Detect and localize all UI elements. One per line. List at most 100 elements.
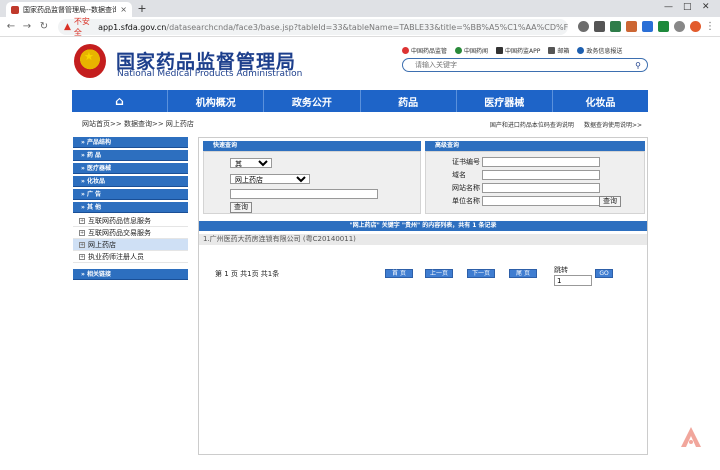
expand-icon: + xyxy=(79,217,85,224)
extension-icon[interactable] xyxy=(626,21,637,32)
app-link[interactable]: 中国药监APP xyxy=(496,46,540,55)
sidebar-head[interactable]: » 化妆品 xyxy=(73,176,188,187)
sidebar-head[interactable]: » 其 他 xyxy=(73,202,188,213)
help-links: 国产和进口药品本位码查询说明 数据查询使用说明>> xyxy=(490,120,642,129)
advanced-search-box: 证书编号 域名 网站名称 单位名称 查询 xyxy=(425,151,645,214)
tab-close-icon[interactable]: × xyxy=(120,5,127,14)
company-row: 单位名称 xyxy=(452,196,600,206)
extension-icon[interactable] xyxy=(690,21,701,32)
url-text[interactable]: app1.sfda.gov.cn/datasearchcnda/face3/ba… xyxy=(98,23,568,32)
quick-search-button[interactable]: 查询 xyxy=(230,202,252,213)
pager-info: 第 1 页 共1页 共1条 xyxy=(215,270,280,278)
sitename-input[interactable] xyxy=(482,183,600,193)
report-icon xyxy=(577,47,585,54)
extension-icon[interactable] xyxy=(658,21,669,32)
not-secure-icon: ▲ xyxy=(64,22,71,32)
sidebar-item-label: 互联网药品交易服务 xyxy=(88,228,151,237)
category-select[interactable]: 其 他 xyxy=(230,158,272,168)
extension-icon[interactable] xyxy=(594,21,605,32)
watermark-logo-icon xyxy=(681,427,701,447)
reload-icon[interactable]: ↻ xyxy=(37,20,51,34)
sitename-row: 网站名称 xyxy=(452,183,600,193)
go-button[interactable]: GO xyxy=(595,269,613,278)
news-icon xyxy=(455,47,463,54)
nav-item-drug[interactable]: 药品 xyxy=(361,90,457,112)
browser-toolbar: ← → ↻ ▲ 不安全 app1.sfda.gov.cn/datasearchc… xyxy=(0,17,720,37)
top-links: 中国药品监管 中国药闻 中国药监APP 邮箱 政务信息报送 xyxy=(402,46,622,55)
keyword-input[interactable] xyxy=(230,189,378,199)
site-header: 国家药品监督管理局 National Medical Products Admi… xyxy=(0,38,720,90)
back-icon[interactable]: ← xyxy=(4,20,18,34)
sidebar-item[interactable]: + 互联网药品信息服务 xyxy=(73,215,188,227)
main-nav: ⌂ 机构概况 政务公开 药品 医疗器械 化妆品 xyxy=(72,90,648,112)
domain-label: 域名 xyxy=(452,171,466,179)
site-name-en: National Medical Products Administration xyxy=(117,69,303,79)
breadcrumb[interactable]: 网站首页>> 数据查询>> 网上药店 xyxy=(82,119,194,129)
last-page-button[interactable]: 尾 页 xyxy=(509,269,537,278)
report-link[interactable]: 政务信息报送 xyxy=(577,46,622,55)
cert-input[interactable] xyxy=(482,157,600,167)
nav-home[interactable]: ⌂ xyxy=(72,90,169,112)
national-emblem-icon xyxy=(74,44,106,78)
nav-item-gov[interactable]: 政务公开 xyxy=(264,90,361,112)
cert-label: 证书编号 xyxy=(452,158,480,166)
site-search-input[interactable] xyxy=(415,61,636,69)
sidebar: » 产品结构 » 药 品 » 医疗器械 » 化妆品 » 广 告 » 其 他 + 互… xyxy=(73,137,188,282)
extension-icon[interactable] xyxy=(642,21,653,32)
code-help-link[interactable]: 国产和进口药品本位码查询说明 xyxy=(490,120,574,129)
new-tab-button[interactable]: + xyxy=(135,2,149,15)
search-panel: 快速查询 其 他 网上药店 查询 高级查询 证书编号 域名 网站名称 单位名称 … xyxy=(198,137,648,455)
sidebar-item-active[interactable]: + 网上药店 xyxy=(73,239,188,251)
sidebar-head[interactable]: » 广 告 xyxy=(73,189,188,200)
extension-icon[interactable] xyxy=(578,21,589,32)
sidebar-item-label: 执业药师注册人员 xyxy=(88,252,144,261)
sidebar-head[interactable]: » 药 品 xyxy=(73,150,188,161)
company-input[interactable] xyxy=(482,196,600,206)
nav-item-cosmetics[interactable]: 化妆品 xyxy=(553,90,648,112)
sidebar-head[interactable]: » 医疗器械 xyxy=(73,163,188,174)
table-select[interactable]: 网上药店 xyxy=(230,174,310,184)
weibo-link[interactable]: 中国药品监管 xyxy=(402,46,447,55)
extension-icon[interactable] xyxy=(610,21,621,32)
minimize-icon[interactable]: — xyxy=(664,2,673,12)
url-path: /datasearchcnda/face3/base.jsp?tableId=3… xyxy=(166,22,568,32)
phone-icon xyxy=(496,47,504,54)
sidebar-head[interactable]: » 产品结构 xyxy=(73,137,188,148)
jump-label: 跳转 xyxy=(554,266,568,274)
forward-icon[interactable]: → xyxy=(20,20,34,34)
jump-page-input[interactable] xyxy=(554,275,592,286)
profile-icon[interactable] xyxy=(674,21,685,32)
menu-icon[interactable]: ⋮ xyxy=(703,20,717,34)
sidebar-item[interactable]: + 执业药师注册人员 xyxy=(73,251,188,263)
quick-search-title: 快速查询 xyxy=(203,141,421,151)
mail-icon xyxy=(548,47,556,54)
content-area: 网站首页>> 数据查询>> 网上药店 国产和进口药品本位码查询说明 数据查询使用… xyxy=(72,112,648,470)
browser-tab[interactable]: 国家药品监督管理局--数据查询 × xyxy=(6,2,132,17)
maximize-icon[interactable]: □ xyxy=(683,2,692,12)
news-link[interactable]: 中国药闻 xyxy=(455,46,488,55)
sidebar-item[interactable]: + 互联网药品交易服务 xyxy=(73,227,188,239)
domain-row: 域名 xyxy=(452,170,600,180)
sidebar-head-links[interactable]: » 相关链接 xyxy=(73,269,188,280)
address-bar[interactable]: ▲ 不安全 app1.sfda.gov.cn/datasearchcnda/fa… xyxy=(58,17,568,37)
first-page-button[interactable]: 首 页 xyxy=(385,269,413,278)
prev-page-button[interactable]: 上一页 xyxy=(425,269,453,278)
search-icon[interactable]: ⚲ xyxy=(635,61,641,70)
sidebar-item-label: 网上药店 xyxy=(88,240,116,249)
site-search: ⚲ xyxy=(402,58,648,72)
url-host: app1.sfda.gov.cn xyxy=(98,22,167,32)
result-row[interactable]: 1.广州医药大药房连锁有限公司 (粤C20140011) xyxy=(199,234,647,245)
usage-help-link[interactable]: 数据查询使用说明>> xyxy=(584,120,642,129)
advanced-search-button[interactable]: 查询 xyxy=(599,196,621,207)
mail-link[interactable]: 邮箱 xyxy=(548,46,569,55)
advanced-search-title: 高级查询 xyxy=(425,141,645,151)
domain-input[interactable] xyxy=(482,170,600,180)
window-close-icon[interactable]: ✕ xyxy=(702,2,710,12)
expand-icon: + xyxy=(79,229,85,236)
nav-item-device[interactable]: 医疗器械 xyxy=(457,90,553,112)
nav-item-org[interactable]: 机构概况 xyxy=(168,90,265,112)
browser-tab-bar: 国家药品监督管理局--数据查询 × + — □ ✕ xyxy=(0,0,720,17)
tab-title: 国家药品监督管理局--数据查询 xyxy=(23,5,117,14)
expand-icon: + xyxy=(79,241,85,248)
next-page-button[interactable]: 下一页 xyxy=(467,269,495,278)
